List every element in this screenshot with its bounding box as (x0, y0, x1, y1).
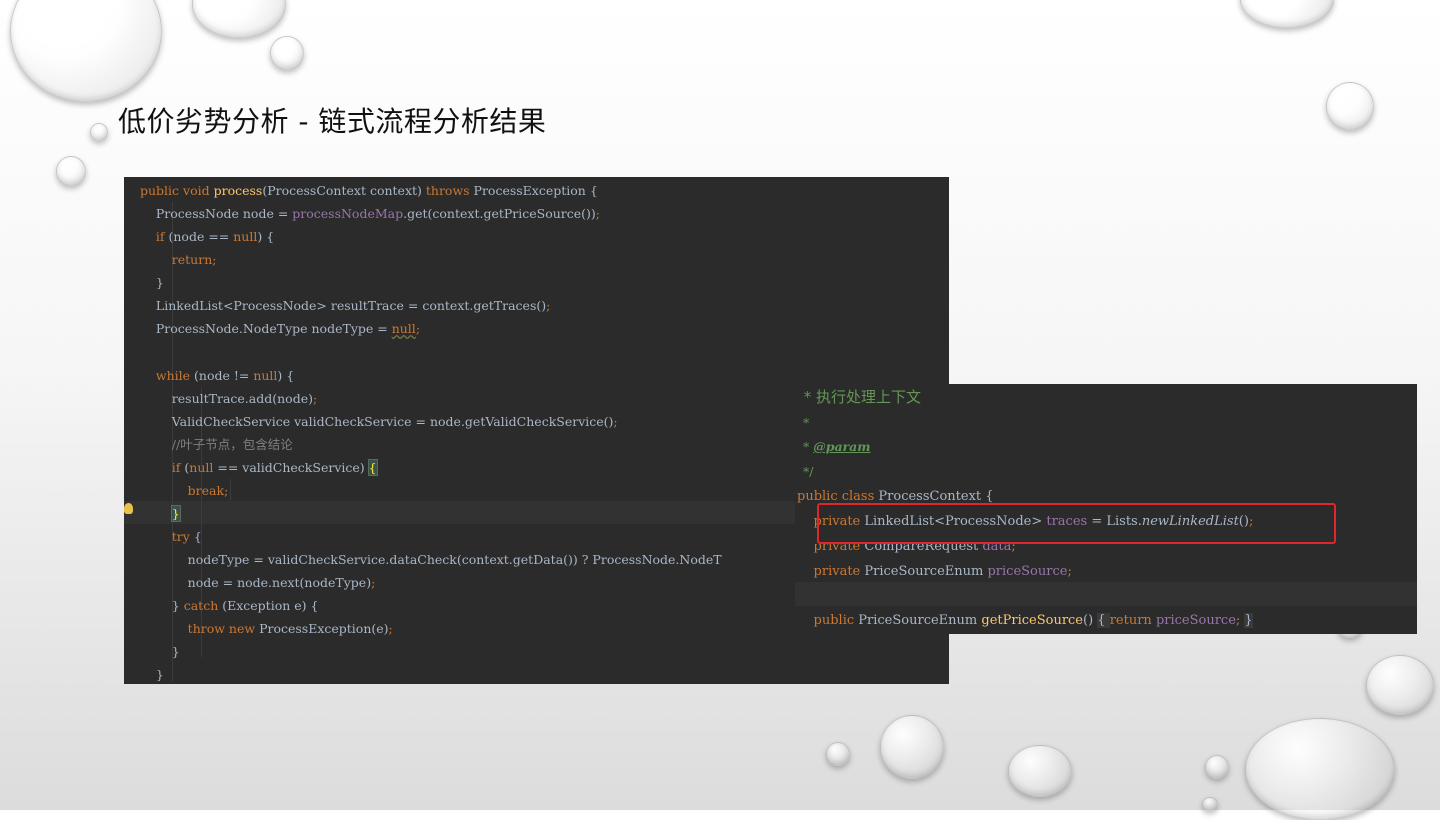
water-drop-decoration (1366, 655, 1434, 715)
slide-title: 低价劣势分析 - 链式流程分析结果 (118, 105, 547, 138)
water-drop-decoration (1205, 755, 1229, 779)
water-drop-decoration (10, 0, 162, 102)
water-drop-decoration (1240, 0, 1334, 28)
doc-comment-line: * (799, 415, 810, 430)
code-screenshot-process-context: * 执行处理上下文 * * @param */ public class Pro… (795, 384, 1417, 634)
doc-comment-line: * 执行处理上下文 (799, 388, 922, 406)
water-drop-decoration (826, 742, 850, 766)
water-drop-decoration (1326, 82, 1374, 130)
water-drop-decoration (1008, 745, 1072, 797)
water-drop-decoration (90, 123, 108, 141)
code-line: } (140, 644, 180, 659)
code-line: } (140, 667, 164, 682)
code-line: public PriceSourceEnum getPriceSource() … (797, 613, 1253, 628)
caret-line-highlight (795, 582, 1417, 606)
code-line: return; (140, 252, 217, 267)
water-drop-decoration (1202, 797, 1218, 811)
lightbulb-icon[interactable] (124, 503, 133, 514)
code-line: ProcessNode.NodeType nodeType = null; (140, 321, 421, 336)
code-line: LinkedList<ProcessNode> resultTrace = co… (140, 298, 551, 313)
code-line: if (node == null) { (140, 229, 275, 244)
doc-comment-line: */ (799, 464, 814, 479)
doc-comment-line: * @param (799, 439, 871, 454)
code-line: ProcessNode node = processNodeMap.get(co… (140, 206, 601, 221)
code-line: private PriceSourceEnum priceSource; (797, 564, 1072, 579)
water-drop-decoration (56, 156, 86, 186)
water-drop-decoration (192, 0, 286, 38)
code-line: public void process(ProcessContext conte… (140, 183, 598, 198)
highlight-box (817, 503, 1336, 544)
water-drop-decoration (880, 715, 944, 779)
code-line: } (140, 275, 164, 290)
water-drop-decoration (270, 36, 304, 70)
water-drop-decoration (1245, 718, 1395, 820)
